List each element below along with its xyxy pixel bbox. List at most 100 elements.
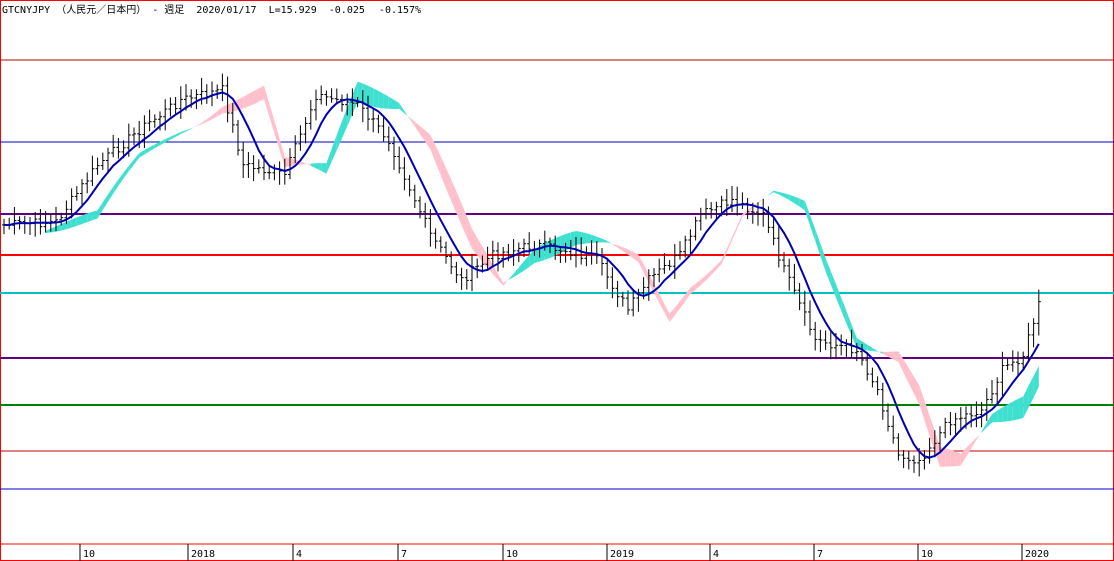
cloud-segment <box>45 228 51 233</box>
cloud-segment <box>472 228 478 256</box>
cloud-segment <box>1018 396 1024 420</box>
cloud-segment <box>123 165 129 179</box>
cloud-segment <box>1012 398 1018 421</box>
cloud-segment <box>638 254 644 273</box>
cloud-segment <box>253 88 259 105</box>
cloud-segment <box>695 279 701 290</box>
x-axis-ticks: 10 2018 4 7 10 2019 4 7 10 2020 <box>79 544 1049 561</box>
cloud-segment <box>212 111 218 120</box>
cloud-segment <box>716 259 722 270</box>
cloud-segment <box>893 351 899 362</box>
cloud-segment <box>321 163 327 174</box>
cloud-segment <box>867 344 873 352</box>
cloud-segment <box>508 273 514 281</box>
cloud-segment <box>674 301 680 316</box>
cloud-segment <box>414 121 420 135</box>
cloud-segment <box>919 385 925 421</box>
cloud-segment <box>659 293 665 313</box>
cloud-segment <box>108 186 114 202</box>
cloud-segment <box>768 190 774 196</box>
cloud-segment <box>71 217 77 228</box>
cloud-segment <box>66 219 72 230</box>
cloud-segment <box>841 297 847 324</box>
cloud-segment <box>134 153 140 165</box>
cloud-segment <box>981 422 987 433</box>
cloud-segment <box>622 247 628 255</box>
cloud-segment <box>326 148 332 174</box>
cloud-segment <box>373 88 379 108</box>
cloud-segment <box>290 158 296 167</box>
cloud-segment <box>898 351 904 373</box>
cloud-segment <box>570 231 576 248</box>
cloud-segment <box>87 211 93 223</box>
cloud-segment <box>914 376 920 404</box>
cloud-segment <box>201 119 207 125</box>
cloud-segment <box>82 213 88 225</box>
x-tick-label: 4 <box>713 549 719 560</box>
x-tick-label: 10 <box>921 549 933 560</box>
cloud-segment <box>336 121 342 151</box>
cloud-segment <box>498 273 504 286</box>
cloud-segment <box>217 106 223 117</box>
cloud-segment <box>591 234 597 243</box>
cloud-segment <box>191 125 197 129</box>
cloud-segment <box>76 215 82 226</box>
cloud-segment <box>544 240 550 260</box>
cloud-segment <box>784 193 790 200</box>
cloud-segment <box>383 93 389 109</box>
cloud-segment <box>305 163 311 166</box>
cloud-segment <box>700 275 706 286</box>
cloud-segment <box>612 243 618 248</box>
cloud-segment <box>966 442 972 458</box>
cloud-segment <box>726 237 732 253</box>
cloud-segment <box>1033 366 1039 398</box>
cloud-segment <box>394 99 400 109</box>
cloud-segment <box>997 407 1003 423</box>
cloud-segment <box>643 264 649 283</box>
cloud-segment <box>128 159 134 172</box>
cloud-segment <box>118 172 124 186</box>
period: - 週足 <box>152 4 184 16</box>
cloud-segment <box>908 368 914 394</box>
cloud-segment <box>227 102 233 113</box>
price-change-pct: -0.157% <box>379 5 421 16</box>
cloud-segment <box>581 231 587 245</box>
cloud-segment <box>602 238 608 243</box>
cloud-segment <box>550 238 556 258</box>
x-tick-label: 4 <box>296 549 302 560</box>
cloud-segment <box>763 194 769 200</box>
x-tick-label: 2020 <box>1025 549 1049 560</box>
x-tick-label: 7 <box>401 549 407 560</box>
cloud-segment <box>789 194 795 204</box>
cloud-segment <box>425 130 431 150</box>
cloud-segment <box>430 134 436 163</box>
cloud-segment <box>186 128 192 132</box>
cloud-segment <box>669 307 675 322</box>
cloud-segment <box>628 249 634 259</box>
cloud-segment <box>518 261 524 275</box>
cloud-segment <box>56 224 62 232</box>
cloud-segment <box>310 163 316 169</box>
cloud-segment <box>1002 404 1008 422</box>
cloud-segment <box>61 221 67 231</box>
cloud-segment <box>737 213 743 229</box>
cloud-segment <box>461 203 467 237</box>
ohlc-bars <box>2 73 1041 477</box>
cloud-segment <box>648 274 654 293</box>
cloud-segment <box>482 246 488 269</box>
cloud-segment <box>685 287 691 302</box>
cloud-segment <box>524 255 530 271</box>
cloud-segment <box>368 85 374 107</box>
cloud-segment <box>316 163 322 171</box>
moving-average-line <box>3 91 1040 459</box>
last-price: L=15.929 <box>269 5 317 16</box>
cloud-segment <box>331 134 337 162</box>
cloud-segment <box>503 279 509 286</box>
cloud-segment <box>1028 376 1034 408</box>
cloud-segment <box>446 167 452 201</box>
x-tick-label: 2019 <box>610 549 634 560</box>
cloud-segment <box>820 243 826 272</box>
cloud-segment <box>477 237 483 262</box>
cloud-segment <box>456 191 462 226</box>
cloud-segment <box>160 139 166 146</box>
